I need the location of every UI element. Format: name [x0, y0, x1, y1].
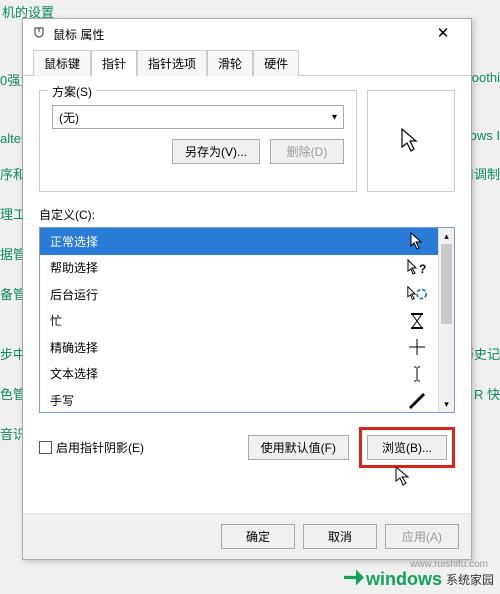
cursor-item-busy[interactable]: 忙 — [40, 308, 438, 335]
scroll-down-button[interactable]: ▾ — [439, 396, 454, 412]
tab-pointer-options[interactable]: 指针选项 — [137, 50, 207, 76]
crosshair-cursor-icon — [406, 337, 428, 357]
cursor-item-label: 手写 — [50, 392, 74, 409]
apply-button: 应用(A) — [385, 524, 459, 549]
tab-hardware[interactable]: 硬件 — [253, 50, 299, 76]
cursor-item-normal[interactable]: 正常选择 — [40, 228, 438, 255]
cancel-button[interactable]: 取消 — [303, 524, 377, 549]
scheme-label: 方案(S) — [48, 83, 96, 100]
bg-link[interactable]: R 快 — [474, 384, 500, 403]
ok-button[interactable]: 确定 — [221, 524, 295, 549]
arrow-help-cursor-icon: ? — [406, 258, 428, 278]
scheme-value: (无) — [59, 109, 79, 126]
bg-link[interactable]: oothi — [472, 70, 500, 85]
cursor-item-working[interactable]: 后台运行 — [40, 281, 438, 308]
cursor-item-label: 帮助选择 — [50, 259, 98, 276]
scroll-up-button[interactable]: ▴ — [439, 228, 454, 244]
arrow-cursor-icon — [406, 231, 428, 251]
cursor-item-label: 正常选择 — [50, 233, 98, 250]
listbox-scrollbar[interactable]: ▴ ▾ — [438, 228, 454, 412]
dialog-titlebar: 鼠标 属性 ✕ — [23, 19, 471, 49]
cursor-item-label: 忙 — [50, 312, 62, 329]
scheme-select[interactable]: (无) ▾ — [52, 105, 344, 129]
chevron-down-icon: ▾ — [332, 112, 337, 123]
scroll-thumb[interactable] — [441, 244, 452, 324]
customize-label: 自定义(C): — [39, 206, 455, 223]
browse-button[interactable]: 浏览(B)... — [367, 435, 447, 460]
tab-pointers[interactable]: 指针 — [91, 50, 137, 76]
watermark-brand: windows — [366, 569, 442, 590]
cursor-item-label: 后台运行 — [50, 286, 98, 303]
close-button[interactable]: ✕ — [423, 20, 463, 48]
enable-shadow-checkbox[interactable]: 启用指针阴影(E) — [39, 439, 240, 456]
dialog-footer: 确定 取消 应用(A) — [23, 513, 471, 559]
save-as-button[interactable]: 另存为(V)... — [172, 139, 260, 164]
scroll-track[interactable] — [439, 244, 454, 396]
dialog-title: 鼠标 属性 — [53, 26, 423, 43]
cursor-item-precision[interactable]: 精确选择 — [40, 334, 438, 361]
cursor-item-handwriting[interactable]: 手写 — [40, 387, 438, 412]
highlight-annotation: 浏览(B)... — [359, 427, 455, 468]
dialog-content: 方案(S) (无) ▾ 另存为(V)... 删除(D) 自定义(C): 正常选择 — [23, 76, 471, 513]
cursor-listbox[interactable]: 正常选择 帮助选择 ? 后台运行 忙 精确选择 — [39, 227, 455, 413]
watermark: windows 系统家园 — [344, 569, 494, 590]
use-default-button[interactable]: 使用默认值(F) — [248, 435, 349, 460]
pen-cursor-icon — [406, 390, 428, 410]
cursor-item-help[interactable]: 帮助选择 ? — [40, 255, 438, 282]
cursor-preview — [367, 90, 455, 192]
cursor-item-text[interactable]: 文本选择 — [40, 361, 438, 388]
checkbox-icon — [39, 441, 52, 454]
arrow-wait-cursor-icon — [406, 284, 428, 304]
tabs: 鼠标键 指针 指针选项 滑轮 硬件 — [23, 49, 471, 76]
tab-buttons[interactable]: 鼠标键 — [33, 50, 91, 76]
delete-button: 删除(D) — [270, 139, 344, 164]
hourglass-cursor-icon — [406, 311, 428, 331]
cursor-item-label: 精确选择 — [50, 339, 98, 356]
scheme-group: 方案(S) (无) ▾ 另存为(V)... 删除(D) — [39, 90, 357, 192]
svg-text:?: ? — [419, 262, 426, 276]
bg-link[interactable]: ows I — [470, 128, 500, 143]
tab-wheel[interactable]: 滑轮 — [207, 50, 253, 76]
watermark-cn: 系统家园 — [446, 571, 494, 588]
cursor-item-label: 文本选择 — [50, 365, 98, 382]
watermark-logo-icon — [344, 570, 364, 586]
mouse-icon — [31, 26, 47, 42]
mouse-properties-dialog: 鼠标 属性 ✕ 鼠标键 指针 指针选项 滑轮 硬件 方案(S) (无) ▾ 另存… — [22, 18, 472, 560]
ibeam-cursor-icon — [406, 364, 428, 384]
enable-shadow-label: 启用指针阴影(E) — [56, 439, 144, 456]
